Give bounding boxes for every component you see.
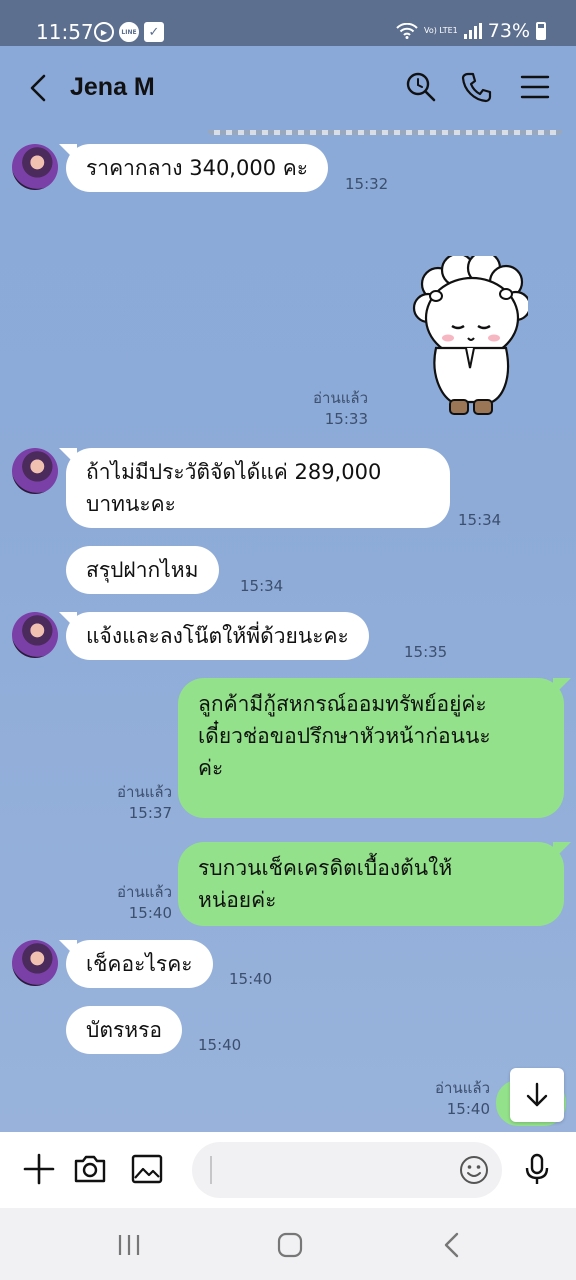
message-text-line: ถ้าไม่มีประวัติจัดได้แค่ 289,000: [86, 460, 382, 484]
message-text-line: เดี๋ยวช่อขอปรึกษาหัวหน้าก่อนนะ: [198, 724, 491, 748]
message-text-line: หน่อยค่ะ: [198, 888, 277, 912]
message-text-line: บาทนะคะ: [86, 492, 176, 516]
image-icon[interactable]: [130, 1152, 164, 1186]
avatar[interactable]: [12, 612, 58, 658]
phone-icon[interactable]: [460, 70, 494, 104]
chat-header: Jena M: [0, 46, 576, 130]
read-receipt: อ่านแล้ว 15:37: [117, 783, 172, 822]
notification-icons: ▶ LINE ✓: [94, 22, 164, 42]
line-app-icon: LINE: [119, 22, 139, 42]
checkbox-notification-icon: ✓: [144, 22, 164, 42]
search-icon[interactable]: [404, 70, 438, 104]
message-text: สรุปฝากไหม: [86, 558, 199, 582]
message-bubble-outgoing[interactable]: ลูกค้ามีกู้สหกรณ์ออมทรัพย์อยู่ค่ะ เดี๋ยว…: [178, 678, 564, 818]
wifi-icon: [396, 23, 418, 39]
message-bubble-incoming[interactable]: สรุปฝากไหม: [66, 546, 219, 594]
microphone-icon[interactable]: [520, 1152, 554, 1186]
status-time: 11:57: [36, 20, 94, 44]
scroll-to-bottom-button[interactable]: [510, 1068, 564, 1122]
chat-area[interactable]: ราคากลาง 340,000 คะ 15:32 อ่านแล้ว 15:33…: [0, 130, 576, 1132]
message-time: 15:40: [229, 970, 273, 988]
message-time: 15:34: [240, 577, 284, 595]
signal-icon: [463, 23, 482, 39]
message-bubble-incoming[interactable]: ราคากลาง 340,000 คะ: [66, 144, 329, 192]
message-bubble-incoming[interactable]: เช็คอะไรคะ: [66, 940, 213, 988]
previous-image-edge[interactable]: [208, 130, 562, 135]
read-receipt: อ่านแล้ว 15:40: [117, 883, 172, 922]
avatar[interactable]: [12, 940, 58, 986]
message-text-line: รบกวนเช็คเครดิตเบื้องต้นให้: [198, 856, 453, 880]
avatar[interactable]: [12, 144, 58, 190]
home-icon[interactable]: [275, 1230, 305, 1260]
message-input-bar: [0, 1132, 576, 1208]
text-cursor: [210, 1156, 212, 1184]
contact-name[interactable]: Jena M: [70, 73, 155, 102]
read-receipt: อ่านแล้ว 15:40: [435, 1079, 490, 1118]
lte-label: Vo) LTE1: [423, 26, 458, 35]
system-nav-bar: [0, 1208, 576, 1280]
camera-icon[interactable]: [73, 1152, 107, 1186]
message-input[interactable]: [192, 1142, 502, 1198]
emoji-icon[interactable]: [458, 1154, 490, 1186]
message-time: 15:40: [198, 1036, 242, 1054]
message-text-line: ลูกค้ามีกู้สหกรณ์ออมทรัพย์อยู่ค่ะ: [198, 692, 487, 716]
read-receipt: อ่านแล้ว 15:33: [313, 389, 368, 428]
status-right: Vo) LTE1 73%: [396, 20, 546, 42]
avatar[interactable]: [12, 448, 58, 494]
back-nav-icon[interactable]: [437, 1230, 467, 1260]
message-bubble-outgoing[interactable]: รบกวนเช็คเครดิตเบื้องต้นให้ หน่อยค่ะ: [178, 842, 564, 926]
menu-icon[interactable]: [518, 70, 552, 104]
line-chat-screen: 11:57 ▶ LINE ✓ Vo) LTE1 73% Jena M ราคาก…: [0, 0, 576, 1280]
media-notification-icon: ▶: [94, 22, 114, 42]
recent-apps-icon[interactable]: [114, 1230, 144, 1260]
message-bubble-incoming[interactable]: บัตรหรอ: [66, 1006, 182, 1054]
message-bubble-incoming[interactable]: ถ้าไม่มีประวัติจัดได้แค่ 289,000 บาทนะคะ: [66, 448, 450, 528]
battery-icon: [536, 22, 546, 40]
message-text: ราคากลาง 340,000 คะ: [86, 156, 309, 180]
sticker-sheep-bowing[interactable]: [412, 256, 528, 426]
message-text: บัตรหรอ: [86, 1018, 162, 1042]
status-bar: 11:57 ▶ LINE ✓ Vo) LTE1 73%: [0, 0, 576, 46]
arrow-down-icon: [526, 1082, 548, 1107]
message-bubble-incoming[interactable]: แจ้งและลงโน๊ตให้พี่ด้วยนะคะ: [66, 612, 369, 660]
message-time: 15:35: [404, 643, 448, 661]
message-time: 15:34: [458, 511, 502, 529]
message-text: แจ้งและลงโน๊ตให้พี่ด้วยนะคะ: [86, 624, 349, 648]
message-text-line: ค่ะ: [198, 756, 224, 780]
back-icon[interactable]: [24, 72, 54, 104]
battery-percent: 73%: [487, 20, 530, 42]
message-text: เช็คอะไรคะ: [86, 952, 193, 976]
plus-icon[interactable]: [22, 1152, 56, 1186]
message-time: 15:32: [345, 175, 389, 193]
